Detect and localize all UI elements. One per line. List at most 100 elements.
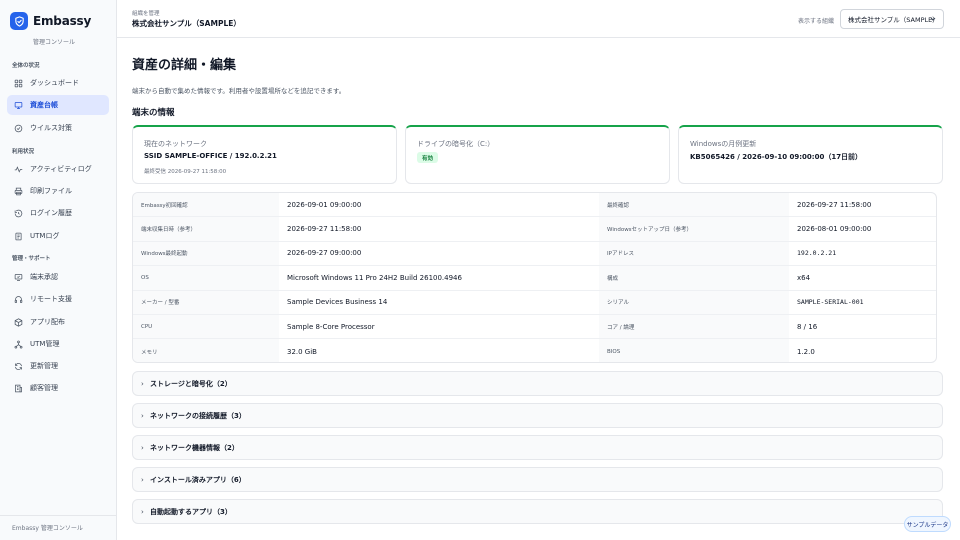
sidebar-item-label: ウイルス対策 [30,124,72,132]
headset-icon [13,294,23,304]
chevron-right-icon: › [141,379,144,388]
org-caption: 組織を管理 [132,11,160,17]
sidebar-item-utm-management[interactable]: UTM管理 [7,334,109,354]
sidebar-item-app-distribution[interactable]: アプリ配布 [7,312,109,332]
info-value: 32.0 GiB [287,347,317,356]
card-label: Windowsの月例更新 [690,140,757,148]
sidebar-item-utm-log[interactable]: UTMログ [7,226,109,246]
info-value: 8 / 16 [797,322,818,331]
info-key: 端末収集日時（参考） [133,217,279,241]
accordion-label: ネットワークの接続履歴（3） [150,411,246,420]
sidebar-item-print-files[interactable]: 印刷ファイル [7,181,109,201]
section-label-overview: 全体の状況 [12,63,40,69]
org-select[interactable]: 株式会社サンプル（SAMPLE） [840,9,944,29]
monitor-icon [13,100,23,110]
chevron-right-icon: › [141,411,144,420]
grid-icon [13,78,23,88]
package-icon [13,317,23,327]
info-key: 最終確認 [599,193,789,217]
chevron-right-icon: › [141,507,144,516]
sidebar-item-remote-support[interactable]: リモート支援 [7,289,109,309]
encryption-card: ドライブの暗号化（C:） 有効 [405,125,670,184]
sidebar-item-label: リモート支援 [30,295,72,303]
info-key: IPアドレス [599,241,789,266]
sidebar-item-assets[interactable]: 資産台帳 [7,95,109,115]
accordion-label: ストレージと暗号化（2） [150,379,232,388]
activity-icon [13,164,23,174]
status-badge: 有効 [417,152,439,163]
info-key: Windows最終起動 [133,241,279,266]
windows-update-card: Windowsの月例更新 KB5065426 / 2026-09-10 09:0… [678,125,943,184]
info-value: SAMPLE-SERIAL-001 [797,298,864,307]
sidebar-item-login-history[interactable]: ログイン履歴 [7,203,109,223]
card-value: SSID SAMPLE-OFFICE / 192.0.2.21 [144,152,277,160]
network-card: 現在のネットワーク SSID SAMPLE-OFFICE / 192.0.2.2… [132,125,397,184]
sidebar-item-label: UTMログ [30,232,60,240]
sidebar-divider [0,515,117,516]
accordion-installed-apps[interactable]: › インストール済みアプリ（6） [132,467,943,492]
accordion-network-devices[interactable]: › ネットワーク機器情報（2） [132,435,943,460]
accordion-startup-apps[interactable]: › 自動起動するアプリ（3） [132,499,943,524]
info-value: 1.2.0 [797,347,815,356]
info-value: 2026-09-01 09:00:00 [287,200,362,209]
sidebar-item-update-management[interactable]: 更新管理 [7,356,109,376]
info-key: メモリ [133,339,279,362]
info-value: 2026-09-27 11:58:00 [797,200,872,209]
table-row: Embassy初回確認 2026-09-01 09:00:00 最終確認 202… [133,193,936,218]
brand-name: Embassy [33,14,92,28]
refresh-icon [13,361,23,371]
section-label-management: 管理・サポート [12,256,51,262]
info-value: 2026-08-01 09:00:00 [797,225,872,234]
table-row: メーカー / 型番 Sample Devices Business 14 シリア… [133,290,936,315]
sidebar-item-label: アクティビティログ [30,165,92,173]
device-info-table: Embassy初回確認 2026-09-01 09:00:00 最終確認 202… [132,192,937,363]
sample-data-chip[interactable]: サンプルデータ [904,516,951,532]
sidebar-item-label: ダッシュボード [30,79,79,87]
sidebar: Embassy 管理コンソール 全体の状況 ダッシュボード 資産台帳 ウイルス対… [0,0,117,540]
history-icon [13,208,23,218]
info-key: シリアル [599,290,789,314]
approve-icon [13,272,23,282]
accordion-label: ネットワーク機器情報（2） [150,443,239,452]
sidebar-item-label: 資産台帳 [30,101,58,109]
sidebar-item-label: 端末承認 [30,273,58,281]
sidebar-item-device-approval[interactable]: 端末承認 [7,267,109,287]
card-value: KB5065426 / 2026-09-10 09:00:00（17日前） [690,153,863,161]
org-name: 株式会社サンプル（SAMPLE） [132,19,241,28]
table-row: CPU Sample 8-Core Processor コア / 論理 8 / … [133,315,936,340]
section-label-usage: 利用状況 [12,149,35,155]
sidebar-item-label: アプリ配布 [30,318,65,326]
table-row: メモリ 32.0 GiB BIOS 1.2.0 [133,339,936,362]
brand-subtitle: 管理コンソール [33,39,76,46]
sidebar-item-label: UTM管理 [30,340,60,348]
page-description: 端末から自動で集めた情報です。利用者や設置場所などを追記できます。 [132,87,346,95]
table-row: 端末収集日時（参考） 2026-09-27 11:58:00 Windowsセッ… [133,217,936,242]
page-title: 資産の詳細・編集 [132,58,237,73]
info-key: CPU [133,315,279,339]
info-value: Microsoft Windows 11 Pro 24H2 Build 2610… [287,273,462,282]
info-key: Windowsセットアップ日（参考） [599,217,789,241]
sidebar-item-antivirus[interactable]: ウイルス対策 [7,118,109,138]
chevron-right-icon: › [141,443,144,452]
accordion-storage[interactable]: › ストレージと暗号化（2） [132,371,943,396]
chevron-down-icon [929,15,937,25]
brand[interactable]: Embassy [10,12,91,30]
info-key: OS [133,266,279,290]
info-value: 2026-09-27 11:58:00 [287,225,362,234]
building-icon [13,383,23,393]
sidebar-footer: Embassy 管理コンソール [12,525,83,532]
info-value: x64 [797,273,811,282]
table-row: OS Microsoft Windows 11 Pro 24H2 Build 2… [133,266,936,291]
info-key: Embassy初回確認 [133,193,279,217]
sidebar-item-customer-management[interactable]: 顧客管理 [7,378,109,398]
card-label: 現在のネットワーク [144,140,207,148]
card-meta: 最終受信 2026-09-27 11:58:00 [144,169,227,175]
sidebar-item-activity-log[interactable]: アクティビティログ [7,159,109,179]
info-key: メーカー / 型番 [133,290,279,314]
info-value: Sample 8-Core Processor [287,322,375,331]
sidebar-item-dashboard[interactable]: ダッシュボード [7,73,109,93]
info-key: コア / 論理 [599,315,789,339]
info-value: 2026-09-27 09:00:00 [287,249,362,258]
document-icon [13,231,23,241]
accordion-network-history[interactable]: › ネットワークの接続履歴（3） [132,403,943,428]
